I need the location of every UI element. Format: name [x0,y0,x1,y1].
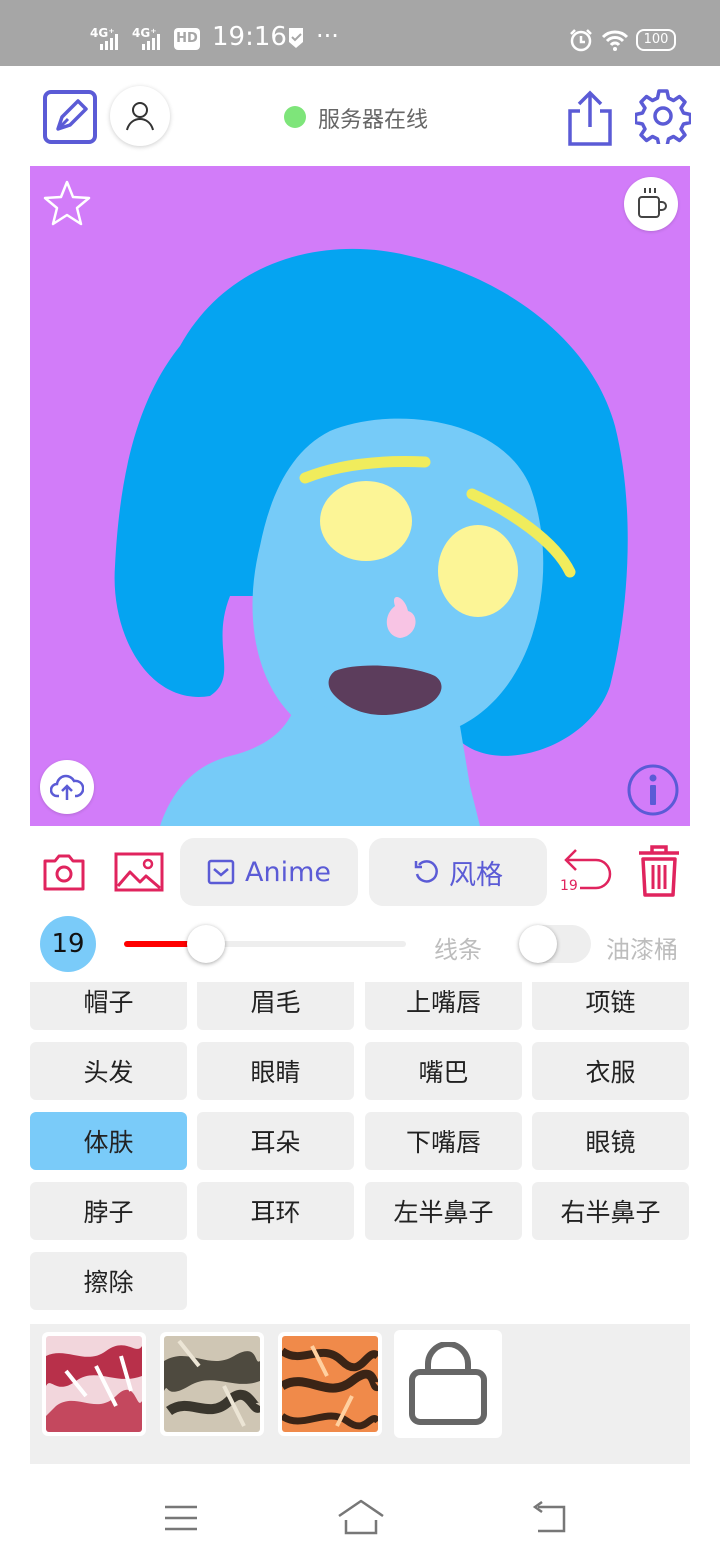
category-lower-lip[interactable]: 下嘴唇 [365,1112,522,1170]
anime-label: Anime [245,856,331,888]
alarm-icon [570,29,592,52]
edit-icon [43,90,97,144]
gear-icon [635,89,691,144]
camera-button[interactable] [40,848,88,896]
share-icon [568,90,612,146]
rotate-ccw-icon [414,860,438,883]
category-ears[interactable]: 耳朵 [197,1112,354,1170]
category-neck[interactable]: 脖子 [30,1182,187,1240]
style-reset-button[interactable]: 风格 [369,838,547,906]
category-upper-lip[interactable]: 上嘴唇 [365,982,522,1030]
category-left-nose[interactable]: 左半鼻子 [365,1182,522,1240]
profile-button[interactable] [110,86,170,146]
menu-nav-button[interactable] [160,1498,202,1538]
cloud-upload-icon [50,774,84,800]
checkbox-icon [207,859,235,885]
favorite-star-icon[interactable] [42,178,92,228]
camera-icon [43,854,85,891]
shopping-bag-icon [409,1342,487,1425]
info-icon[interactable] [626,763,680,817]
wifi-icon [601,30,629,51]
battery-indicator: 100 [636,29,676,51]
server-status-dot [284,106,306,128]
edit-button[interactable] [40,87,100,147]
hd-badge: HD [174,28,200,50]
category-eyes[interactable]: 眼睛 [197,1042,354,1100]
signal-icon [142,34,160,50]
texture-thumb[interactable] [160,1332,264,1436]
texture-strip [30,1324,690,1464]
share-button[interactable] [562,88,618,148]
server-status-text: 服务器在线 [318,108,429,133]
style-label: 风格 [449,859,503,891]
shield-check-icon [289,28,303,48]
trash-icon [639,845,679,897]
brush-size-badge: 19 [40,916,96,972]
back-icon [532,1501,566,1533]
category-skin[interactable]: 体肤 [30,1112,187,1170]
category-grid: 帽子 眉毛 上嘴唇 项链 头发 眼睛 嘴巴 衣服 体肤 耳朵 下嘴唇 眼镜 脖子… [30,982,690,1312]
brush-size-slider[interactable] [124,941,406,947]
texture-image [164,1336,260,1432]
clock: 19:16 [212,22,287,52]
category-mouth[interactable]: 嘴巴 [365,1042,522,1100]
category-glasses[interactable]: 眼镜 [532,1112,689,1170]
user-icon [126,102,154,131]
category-hat[interactable]: 帽子 [30,982,187,1030]
category-hair[interactable]: 头发 [30,1042,187,1100]
category-clothes[interactable]: 衣服 [532,1042,689,1100]
signal-icon [100,34,118,50]
menu-icon [165,1505,197,1531]
more-indicator: ··· [316,22,339,50]
category-eyebrow[interactable]: 眉毛 [197,982,354,1030]
home-nav-button[interactable] [334,1496,388,1538]
texture-image [46,1336,142,1432]
category-right-nose[interactable]: 右半鼻子 [532,1182,689,1240]
toggle-knob [519,925,557,963]
coffee-button[interactable] [624,177,678,231]
line-mode-label: 线条 [434,936,482,964]
anime-style-button[interactable]: Anime [180,838,358,906]
paint-bucket-toggle[interactable] [519,925,591,963]
category-necklace[interactable]: 项链 [532,982,689,1030]
back-nav-button[interactable] [526,1498,570,1538]
texture-image [282,1336,378,1432]
left-eye [320,481,412,561]
upload-button[interactable] [40,760,94,814]
slider-thumb[interactable] [186,925,225,963]
drawing-canvas[interactable] [30,166,690,826]
category-erase[interactable]: 擦除 [30,1252,187,1310]
paint-bucket-label: 油漆桶 [606,936,678,964]
texture-thumb[interactable] [42,1332,146,1436]
image-icon [114,852,164,892]
undo-count: 19 [560,878,578,894]
undo-button[interactable]: 19 [558,844,614,898]
shop-button[interactable] [394,1330,502,1438]
texture-thumb[interactable] [278,1332,382,1436]
coffee-cup-icon [638,188,667,218]
status-bar: 4G⁺ 4G⁺ HD 19:16 ··· 100 [0,0,720,66]
home-icon [338,1499,384,1535]
gallery-button[interactable] [113,848,165,896]
settings-button[interactable] [634,87,692,145]
category-earrings[interactable]: 耳环 [197,1182,354,1240]
delete-button[interactable] [632,842,686,900]
right-eye [438,525,518,617]
drawing-artwork [114,248,628,826]
